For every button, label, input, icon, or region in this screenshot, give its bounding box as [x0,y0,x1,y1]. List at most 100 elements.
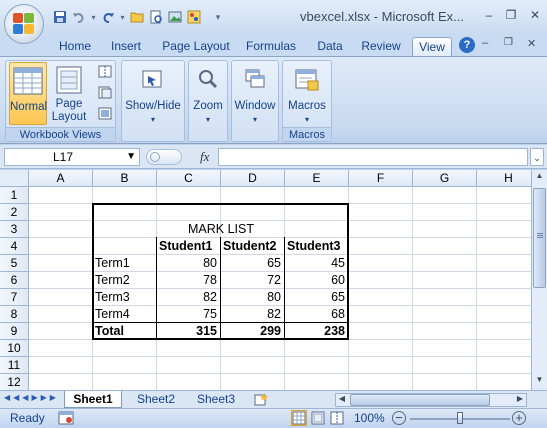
tab-home[interactable]: Home [52,37,98,57]
save-icon[interactable] [52,9,68,25]
vertical-scrollbar[interactable]: ▲ ▼ [531,170,547,390]
row-header-6[interactable]: 6 [0,272,29,289]
row-label-cell[interactable]: Term2 [95,272,155,289]
tab-data[interactable]: Data [310,37,350,57]
office-button[interactable] [4,4,44,44]
name-box[interactable]: L17 ▼ [4,148,140,166]
value-cell[interactable]: 80 [159,255,219,272]
insert-sheet-icon[interactable] [252,392,270,407]
column-header-f[interactable]: F [349,170,413,187]
page-layout-view-button[interactable]: Page Layout [50,62,88,125]
show-hide-button[interactable]: Show/Hide ▾ [124,62,182,140]
formula-bar-expand-icon[interactable]: ⌄ [530,148,544,166]
zoom-level[interactable]: 100% [354,411,385,425]
undo-icon[interactable] [71,9,87,25]
row-header-3[interactable]: 3 [0,221,29,238]
undo-dropdown-icon[interactable]: ▾ [90,9,97,25]
customize-toolbar-icon[interactable]: ▾ [213,9,223,25]
scroll-left-icon[interactable]: ◀ [336,394,348,406]
column-header-h[interactable]: H [477,170,531,187]
print-preview-icon[interactable] [148,9,164,25]
open-folder-icon[interactable] [129,9,145,25]
column-header-c[interactable]: C [157,170,221,187]
scroll-down-icon[interactable]: ▼ [533,375,546,388]
status-page-break-icon[interactable] [330,411,344,425]
workbook-close-icon[interactable]: ✕ [527,37,536,50]
total-value-cell[interactable]: 238 [287,323,347,340]
total-value-cell[interactable]: 299 [223,323,283,340]
redo-dropdown-icon[interactable]: ▾ [119,9,126,25]
row-header-1[interactable]: 1 [0,187,29,204]
window-button[interactable]: Window ▾ [233,62,277,140]
sheet-tab-sheet3[interactable]: Sheet3 [188,391,244,408]
value-cell[interactable]: 65 [287,289,347,306]
status-normal-view-icon[interactable] [291,410,307,426]
sheet-nav-icons[interactable]: ◀◀◀▶▶▶ [4,393,59,402]
tab-formulas[interactable]: Formulas [242,37,300,57]
row-header-12[interactable]: 12 [0,374,29,390]
value-cell[interactable]: 72 [223,272,283,289]
zoom-out-icon[interactable]: − [392,411,406,425]
column-header-b[interactable]: B [93,170,157,187]
row-header-2[interactable]: 2 [0,204,29,221]
workbook-restore-icon[interactable]: ❐ [504,37,513,48]
value-cell[interactable]: 75 [159,306,219,323]
tab-review[interactable]: Review [358,37,404,57]
column-header-d[interactable]: D [221,170,285,187]
close-button[interactable]: ✕ [524,6,546,24]
header-cell[interactable]: Student2 [223,238,283,255]
scroll-thumb[interactable] [533,188,546,288]
row-header-10[interactable]: 10 [0,340,29,357]
sheet-tab-sheet1[interactable]: Sheet1 [64,391,122,408]
zoom-slider-thumb[interactable] [457,412,463,424]
page-break-preview-icon[interactable] [98,65,112,78]
tab-view[interactable]: View [412,37,452,57]
scroll-up-icon[interactable]: ▲ [533,171,546,184]
worksheet-grid[interactable]: A B C D E F G H 1 2 3 4 5 6 7 8 9 10 11 12 MARK LIST Student1… [0,170,531,390]
sheet-tab-sheet2[interactable]: Sheet2 [128,391,184,408]
value-cell[interactable]: 80 [223,289,283,306]
value-cell[interactable]: 45 [287,255,347,272]
column-header-g[interactable]: G [413,170,477,187]
macro-record-icon[interactable] [58,411,74,425]
normal-view-button[interactable]: Normal [9,62,47,125]
row-header-5[interactable]: 5 [0,255,29,272]
tab-page-layout[interactable]: Page Layout [158,37,234,57]
value-cell[interactable]: 78 [159,272,219,289]
row-header-4[interactable]: 4 [0,238,29,255]
redo-icon[interactable] [100,9,116,25]
formula-bar-expander[interactable] [146,149,182,165]
horizontal-scrollbar[interactable]: ◀ ▶ [335,393,527,407]
formula-input[interactable] [218,148,528,166]
column-header-a[interactable]: A [29,170,93,187]
horizontal-scroll-thumb[interactable] [350,394,490,406]
custom-views-icon[interactable] [98,86,112,99]
value-cell[interactable]: 82 [159,289,219,306]
total-label-cell[interactable]: Total [95,323,155,340]
workbook-minimize-icon[interactable]: – [482,37,488,49]
value-cell[interactable]: 65 [223,255,283,272]
name-box-dropdown-icon[interactable]: ▼ [126,149,136,165]
total-value-cell[interactable]: 315 [159,323,219,340]
table-title-cell[interactable]: MARK LIST [157,221,285,238]
row-header-11[interactable]: 11 [0,357,29,374]
row-header-8[interactable]: 8 [0,306,29,323]
tab-insert[interactable]: Insert [104,37,148,57]
clip-art-icon[interactable] [186,9,202,25]
row-label-cell[interactable]: Term1 [95,255,155,272]
minimize-button[interactable]: – [478,6,500,24]
full-screen-icon[interactable] [98,107,112,120]
row-label-cell[interactable]: Term3 [95,289,155,306]
macros-button[interactable]: Macros ▾ [284,62,330,126]
zoom-button[interactable]: Zoom ▾ [190,62,226,140]
value-cell[interactable]: 68 [287,306,347,323]
column-header-e[interactable]: E [285,170,349,187]
value-cell[interactable]: 60 [287,272,347,289]
header-cell[interactable]: Student1 [159,238,219,255]
zoom-in-icon[interactable]: + [512,411,526,425]
value-cell[interactable]: 82 [223,306,283,323]
header-cell[interactable]: Student3 [287,238,347,255]
status-page-layout-icon[interactable] [311,411,325,425]
insert-picture-icon[interactable] [167,9,183,25]
scroll-right-icon[interactable]: ▶ [514,394,526,406]
